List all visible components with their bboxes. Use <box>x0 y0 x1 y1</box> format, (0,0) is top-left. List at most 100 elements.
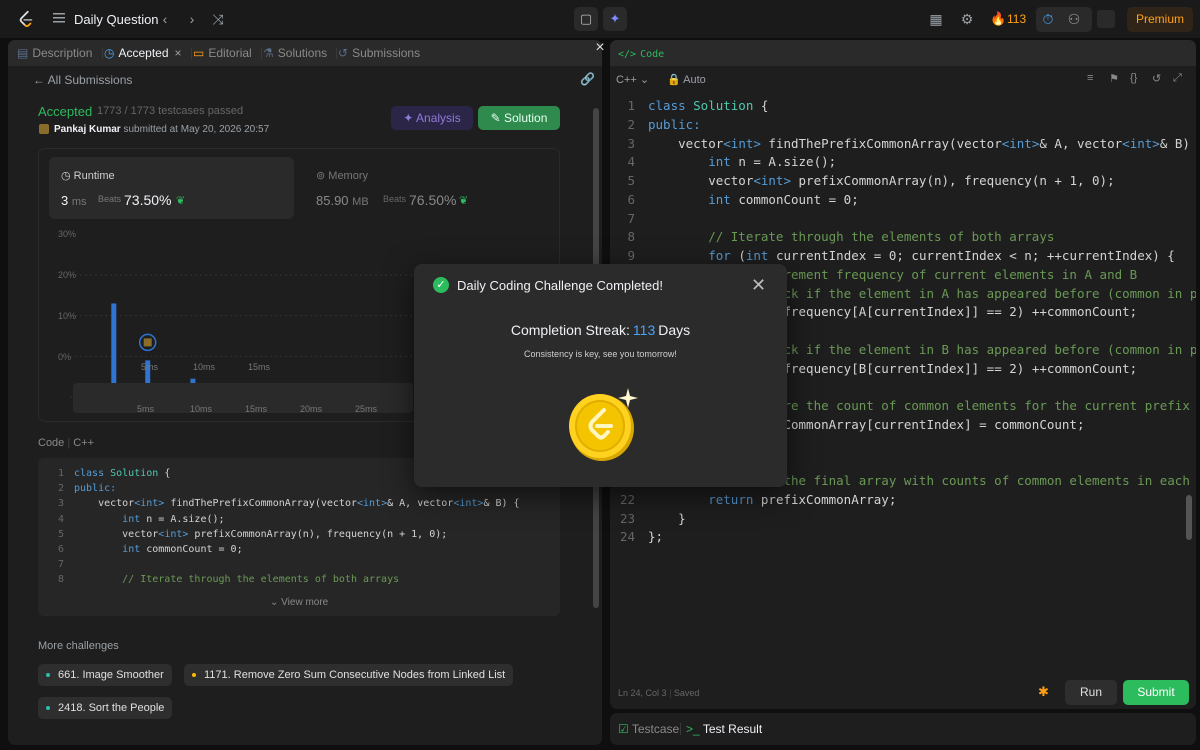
code-line: 3 vector<int> findThePrefixCommonArray(v… <box>610 135 1196 154</box>
challenge-chip[interactable]: 1171. Remove Zero Sum Consecutive Nodes … <box>184 664 514 686</box>
challenge-label: 2418. Sort the People <box>58 702 165 714</box>
code-line: 4 int n = A.size(); <box>38 512 225 527</box>
line-number: 3 <box>57 498 64 510</box>
checkbox-icon: ☑ <box>618 722 632 736</box>
run-button[interactable]: Run <box>1065 680 1117 705</box>
editor-scrollbar[interactable] <box>1186 495 1192 540</box>
chevron-down-icon: ⌄ <box>639 74 650 86</box>
avatar[interactable] <box>1097 10 1115 28</box>
close-tab-icon[interactable]: × <box>175 46 182 60</box>
tab-description[interactable]: ▤ Description <box>17 46 92 60</box>
streak-count[interactable]: 113 <box>1007 12 1026 26</box>
autocomplete-mode[interactable]: 🔒 Auto <box>667 73 706 86</box>
tab-divider <box>261 48 262 59</box>
runtime-card[interactable] <box>49 157 294 219</box>
challenge-label: 1171. Remove Zero Sum Consecutive Nodes … <box>204 669 506 681</box>
braces-icon[interactable]: {} <box>1130 72 1137 84</box>
shuffle-icon[interactable]: ⤨ <box>209 10 227 28</box>
memory-label[interactable]: ⊚ Memory <box>316 169 368 182</box>
add-user-icon[interactable]: ⚇ <box>1065 10 1083 28</box>
chevron-left-icon[interactable]: ‹ <box>156 10 174 28</box>
tab-divider <box>191 48 192 59</box>
code-token: vector <box>74 498 135 510</box>
accepted-status: Accepted <box>38 104 93 119</box>
link-icon[interactable]: 🔗 <box>580 72 595 86</box>
solution-button[interactable]: ✎ Solution <box>478 106 560 130</box>
tab-submissions[interactable]: ↺ Submissions <box>338 46 420 60</box>
code-token: & A, vector <box>1039 135 1123 151</box>
code-token: // Iterate through the elements of both … <box>648 229 1055 245</box>
editor-tab-bar: </> Code <box>610 40 1196 66</box>
author-avatar[interactable] <box>39 124 49 134</box>
code-token: <int> <box>723 135 761 151</box>
daily-question-title[interactable]: Daily Question <box>74 12 159 27</box>
modal-subtitle: Consistency is key, see you tomorrow! <box>524 349 677 359</box>
close-icon[interactable]: ✕ <box>751 275 766 296</box>
bookmark-icon[interactable]: ⚑ <box>1109 72 1119 85</box>
analysis-button[interactable]: ✦ Analysis <box>391 106 473 130</box>
fullscreen-icon[interactable]: ⤢ <box>1173 72 1182 85</box>
line-number: 4 <box>57 513 64 525</box>
ai-sparkle-icon[interactable]: ✦ <box>603 7 627 31</box>
view-more-button[interactable]: ⌄ View more <box>270 597 328 608</box>
reset-icon[interactable]: ↺ <box>1152 72 1161 85</box>
code-token: }; <box>648 529 664 545</box>
tab-accepted[interactable]: ◷ Accepted × <box>104 46 182 60</box>
mini-x-tick-label: 15ms <box>245 404 268 414</box>
code-token: ( <box>730 248 746 263</box>
line-number: 3 <box>627 135 635 151</box>
premium-button[interactable]: Premium <box>1127 7 1193 32</box>
y-tick-label: 30% <box>58 229 77 239</box>
tab-testcase[interactable]: ☑ Testcase <box>618 722 679 736</box>
mini-x-tick-label: 10ms <box>190 404 213 414</box>
tab-divider <box>680 723 681 735</box>
code-token: return <box>708 491 754 507</box>
code-token: commonCount = 0; <box>730 191 859 207</box>
mini-x-tick-label: 5ms <box>137 404 155 414</box>
runtime-beats-pct: 73.50% <box>124 192 172 208</box>
code-token: prefixCommonArray; <box>753 491 897 507</box>
debug-bug-icon[interactable]: ✱ <box>1038 684 1049 700</box>
top-bar: Daily Question ‹ › ⤨ ▢ ✦ ▦ ⚙ 🔥 113 ⏱ ⚇ P… <box>0 0 1200 38</box>
tab-editorial[interactable]: ▭ Editorial <box>193 46 252 60</box>
runtime-beats-label: Beats <box>98 194 122 204</box>
format-lines-icon[interactable]: ≡ <box>1087 72 1093 84</box>
x-tick-label: 15ms <box>248 362 271 372</box>
code-token: <int> <box>1001 135 1040 151</box>
code-line: 8 // Iterate through the elements of bot… <box>38 572 399 587</box>
challenge-chip[interactable]: 661. Image Smoother <box>38 664 172 686</box>
code-token: } <box>648 510 686 526</box>
timer-icon[interactable]: ⏱ <box>1039 10 1057 28</box>
memory-unit: MB <box>352 196 369 208</box>
code-brackets-icon: </> <box>618 49 637 60</box>
challenge-chip[interactable]: 2418. Sort the People <box>38 697 173 719</box>
tab-divider <box>102 48 103 59</box>
settings-gear-icon[interactable]: ⚙ <box>958 10 976 28</box>
all-submissions-link[interactable]: ← All Submissions <box>33 73 132 87</box>
editor-title[interactable]: </> Code <box>618 46 668 60</box>
language-select[interactable]: C++ ⌄ <box>616 73 649 86</box>
chevron-right-icon[interactable]: › <box>183 10 201 28</box>
code-token: class <box>74 468 111 479</box>
runtime-label-text: Runtime <box>73 170 115 182</box>
grid-layout-icon[interactable]: ▦ <box>927 10 945 28</box>
close-icon[interactable]: × <box>592 40 608 56</box>
timer-group: ⏱ ⚇ <box>1036 7 1092 32</box>
solutions-flask-icon: ⚗ <box>263 46 274 60</box>
code-token: <int> <box>158 528 189 540</box>
tab-solutions[interactable]: ⚗ Solutions <box>263 46 327 60</box>
submit-button[interactable]: Submit <box>1123 680 1189 705</box>
code-token: { <box>760 98 769 113</box>
clock-icon: ◷ <box>61 170 74 182</box>
code-token: & A, vector <box>387 498 454 510</box>
line-number: 6 <box>57 544 64 555</box>
tab-test-result[interactable]: >_ Test Result <box>686 722 762 736</box>
left-tab-bar: ▤ Description ◷ Accepted × ▭ Editorial ⚗ Solu… <box>8 40 602 66</box>
problem-list-icon[interactable] <box>52 11 66 25</box>
editorial-book-icon: ▭ <box>193 46 205 60</box>
code-token: for <box>708 248 731 263</box>
code-token: prefixCommonArray(n), frequency(n + 1, 0… <box>791 173 1115 188</box>
notes-icon[interactable]: ▢ <box>574 7 598 31</box>
author-name[interactable]: Pankaj Kumar <box>54 124 121 135</box>
leetcode-logo-icon[interactable] <box>17 10 35 28</box>
